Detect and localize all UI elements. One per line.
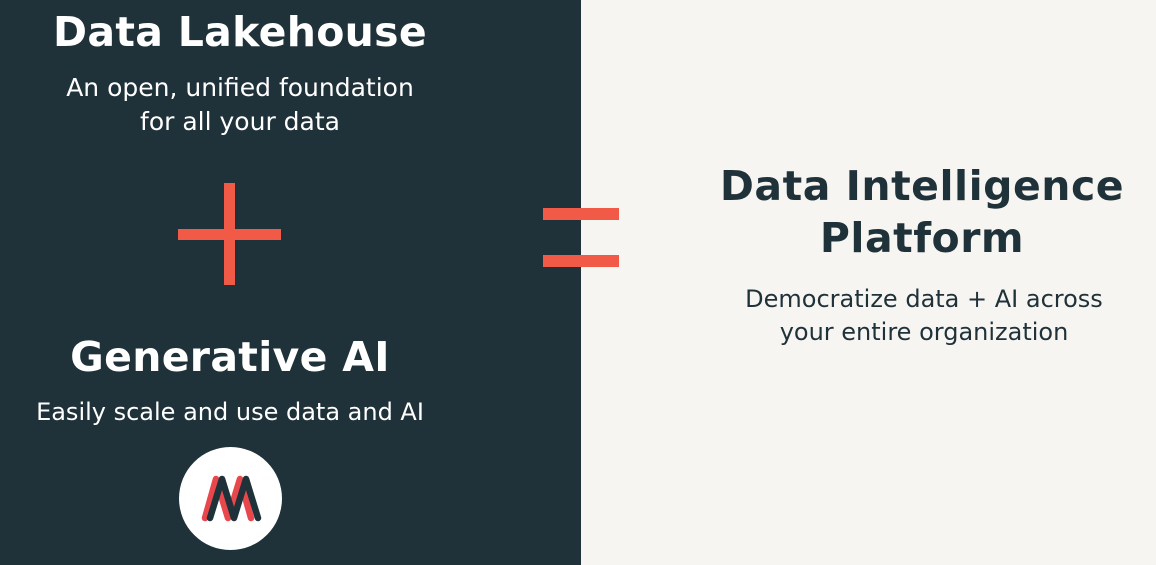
lakehouse-subtitle-line2: for all your data <box>140 107 340 136</box>
platform-subtitle-line1: Democratize data + AI across <box>745 285 1103 313</box>
lakehouse-subtitle-line1: An open, unified foundation <box>66 73 414 102</box>
left-panel: Data Lakehouse An open, unified foundati… <box>0 0 581 565</box>
generative-ai-title: Generative AI <box>70 333 390 381</box>
platform-subtitle-line2: your entire organization <box>779 318 1069 346</box>
generative-ai-subtitle: Easily scale and use data and AI <box>36 398 424 426</box>
equals-icon-bottom-bar <box>543 255 619 267</box>
lakehouse-title: Data Lakehouse <box>53 8 427 56</box>
equals-icon-top-bar <box>543 208 619 220</box>
mosaic-ai-logo-icon <box>179 447 282 550</box>
platform-title-line1: Data Intelligence <box>719 162 1125 210</box>
platform-title-line2: Platform <box>819 214 1025 262</box>
